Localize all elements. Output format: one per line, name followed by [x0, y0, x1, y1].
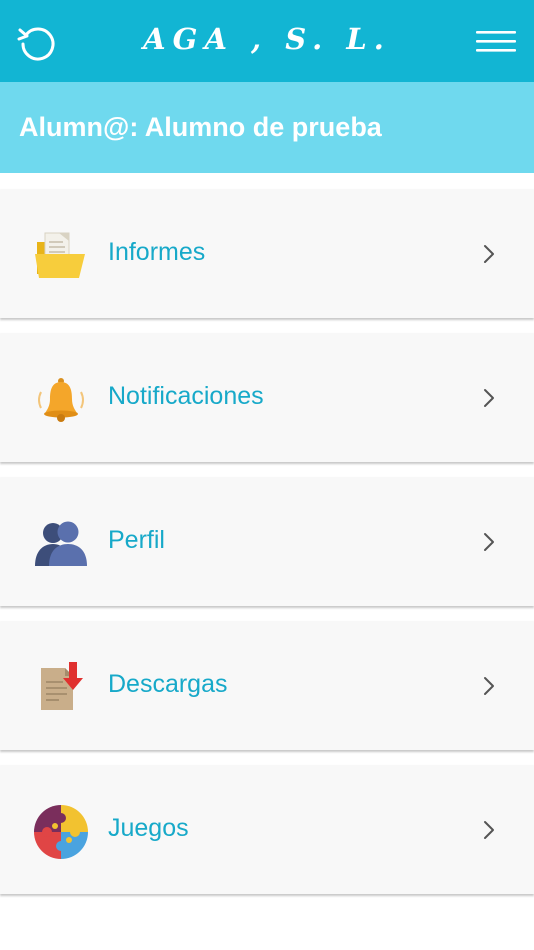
download-document-icon [33, 660, 89, 716]
chevron-right-icon [478, 386, 500, 410]
menu-item-juegos[interactable]: Juegos [0, 766, 534, 894]
menu-item-descargas[interactable]: Descargas [0, 622, 534, 750]
users-profile-icon [33, 516, 89, 572]
app-title: AGA , S. L. [143, 22, 391, 56]
chevron-right-icon [478, 818, 500, 842]
menu-item-label: Informes [108, 238, 206, 266]
top-app-bar: AGA , S. L. [0, 0, 534, 82]
menu-item-perfil[interactable]: Perfil [0, 478, 534, 606]
student-header: Alumn@: Alumno de prueba [0, 82, 534, 173]
menu-item-label: Perfil [108, 526, 165, 554]
bell-icon [33, 372, 89, 428]
student-name-label: Alumn@: Alumno de prueba [19, 112, 382, 142]
hamburger-menu-icon [476, 31, 516, 52]
menu-item-label: Notificaciones [108, 382, 264, 410]
folder-document-icon [33, 228, 89, 284]
chevron-right-icon [478, 242, 500, 266]
puzzle-icon [33, 804, 89, 860]
menu-item-notificaciones[interactable]: Notificaciones [0, 334, 534, 462]
menu-item-label: Descargas [108, 670, 228, 698]
menu-item-label: Juegos [108, 814, 189, 842]
menu-button[interactable] [470, 24, 522, 60]
chevron-right-icon [478, 674, 500, 698]
menu-item-informes[interactable]: Informes [0, 190, 534, 318]
chevron-right-icon [478, 530, 500, 554]
app-screen: AGA , S. L. Alumn@: Alumno de prueba Inf… [0, 0, 534, 950]
